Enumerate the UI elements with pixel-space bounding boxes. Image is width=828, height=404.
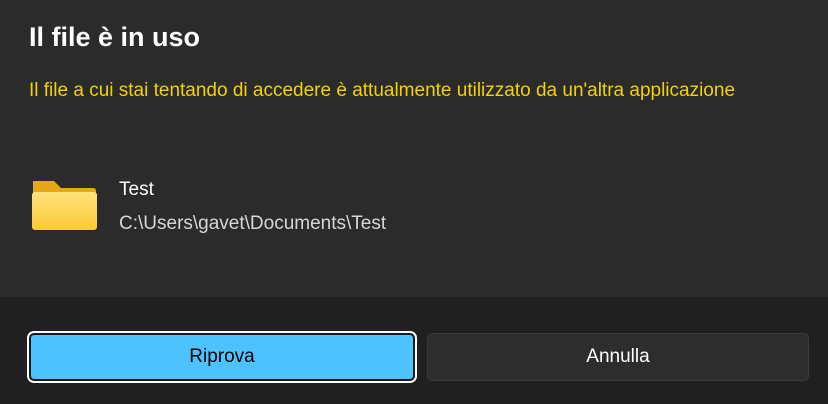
folder-icon	[30, 179, 98, 231]
file-path: C:\Users\gavet\Documents\Test	[119, 213, 387, 234]
cancel-button[interactable]: Annulla	[427, 333, 809, 381]
file-in-use-dialog: Il file è in uso Il file a cui stai tent…	[0, 0, 828, 404]
dialog-content: Il file è in uso Il file a cui stai tent…	[0, 0, 828, 297]
file-name: Test	[119, 179, 154, 200]
dialog-message: Il file a cui stai tentando di accedere …	[29, 80, 736, 101]
retry-button[interactable]: Riprova	[29, 333, 415, 381]
dialog-title: Il file è in uso	[29, 22, 201, 52]
file-info: Test C:\Users\gavet\Documents\Test	[30, 175, 790, 245]
dialog-footer: Riprova Annulla	[0, 297, 828, 404]
